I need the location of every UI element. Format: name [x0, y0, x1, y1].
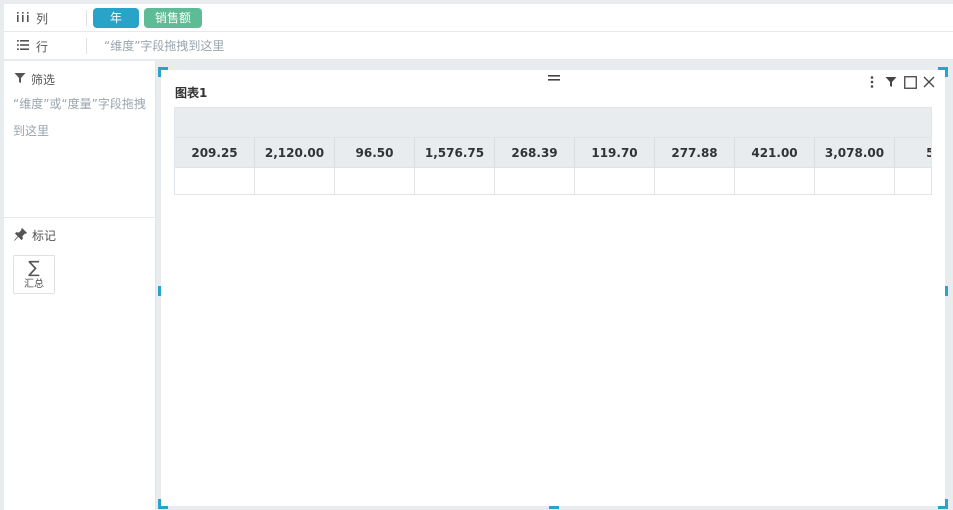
table-empty-row: [175, 168, 931, 194]
resize-handle-bottom-left[interactable]: [158, 499, 168, 509]
columns-pills: 年 销售额: [93, 8, 203, 28]
resize-handle-top-right[interactable]: [938, 67, 948, 77]
filter-drop-zone[interactable]: “维度”或“度量”字段拖拽到这里: [13, 91, 153, 145]
columns-icon: [16, 11, 30, 26]
value-cell: 1,576.75: [415, 138, 495, 167]
table-header-band: [175, 108, 931, 138]
pill-sales[interactable]: 销售额: [144, 8, 203, 28]
pivot-table: 209.25 2,120.00 96.50 1,576.75 268.39 11…: [174, 107, 932, 195]
value-cell: 2,120.00: [255, 138, 335, 167]
left-panel: 筛选 “维度”或“度量”字段拖拽到这里 标记 ∑ 汇总: [4, 61, 156, 510]
value-cell: 209.25: [175, 138, 255, 167]
panel-divider: [4, 217, 156, 218]
table-value-row: 209.25 2,120.00 96.50 1,576.75 268.39 11…: [175, 138, 931, 168]
more-vertical-icon[interactable]: [865, 75, 879, 89]
empty-cell: [415, 168, 495, 194]
filter-icon[interactable]: [884, 75, 898, 89]
empty-cell: [655, 168, 735, 194]
rows-icon: [16, 39, 30, 54]
summary-mark-button[interactable]: ∑ 汇总: [13, 255, 55, 294]
empty-cell: [815, 168, 895, 194]
close-icon[interactable]: [922, 75, 936, 89]
chart-toolbar: [865, 75, 936, 89]
summary-label: 汇总: [24, 279, 44, 290]
filter-icon: [14, 72, 26, 87]
empty-cell: [495, 168, 575, 194]
marks-title: 标记: [32, 229, 57, 243]
pin-icon: [14, 227, 28, 244]
rows-shelf-label: 行: [4, 32, 86, 60]
value-cell: 3,078.00: [815, 138, 895, 167]
marks-section-title: 标记: [14, 227, 56, 244]
value-cell: 268.39: [495, 138, 575, 167]
columns-label: 列: [36, 11, 49, 26]
value-cell: 96.50: [335, 138, 415, 167]
resize-handle-bottom-right[interactable]: [938, 499, 948, 509]
empty-cell: [895, 168, 931, 194]
value-cell: 421.00: [735, 138, 815, 167]
chart-card[interactable]: 图表1 209.25 2,120.00 96.50 1,576.75 268.3…: [158, 67, 948, 509]
value-cell: 119.70: [575, 138, 655, 167]
value-cell: 59: [895, 138, 931, 167]
sigma-icon: ∑: [28, 258, 40, 278]
columns-shelf-label: 列: [4, 4, 86, 32]
drag-grip-icon[interactable]: [548, 71, 560, 81]
rows-drop-hint: “维度”字段拖拽到这里: [104, 39, 225, 53]
resize-handle-left[interactable]: [158, 286, 161, 296]
rows-shelf[interactable]: 行 “维度”字段拖拽到这里: [4, 32, 953, 60]
pill-year[interactable]: 年: [93, 8, 140, 28]
empty-cell: [255, 168, 335, 194]
resize-handle-right[interactable]: [945, 286, 948, 296]
empty-cell: [735, 168, 815, 194]
chart-title: 图表1: [175, 86, 208, 100]
filter-title: 筛选: [31, 73, 56, 87]
empty-cell: [575, 168, 655, 194]
columns-shelf[interactable]: 列 年 销售额: [4, 4, 953, 32]
empty-cell: [175, 168, 255, 194]
resize-handle-bottom[interactable]: [549, 506, 559, 509]
resize-handle-top-left[interactable]: [158, 67, 168, 77]
shelf-separator: [86, 38, 87, 54]
rows-label: 行: [36, 39, 49, 54]
shelf-separator: [86, 10, 87, 26]
empty-cell: [335, 168, 415, 194]
maximize-icon[interactable]: [903, 75, 917, 89]
value-cell: 277.88: [655, 138, 735, 167]
workspace: 列 年 销售额 行 “维度”字段拖拽到这里 筛选 “维度”或“度量”字段拖拽到这…: [0, 0, 953, 510]
filter-section-title: 筛选: [14, 71, 55, 88]
